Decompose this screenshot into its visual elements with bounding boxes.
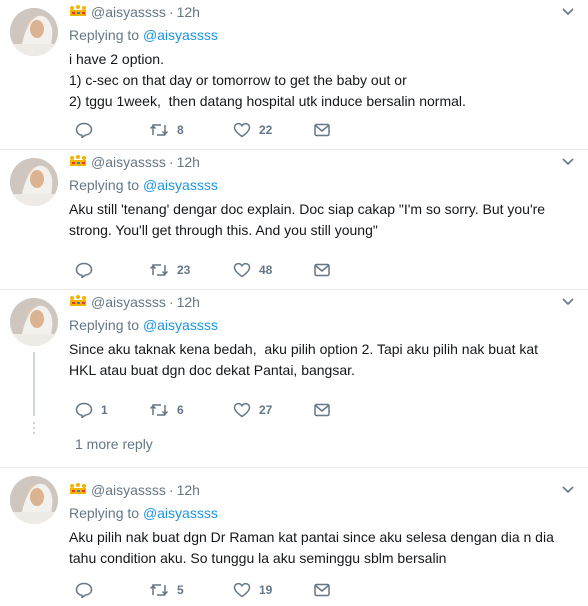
like-button[interactable]: 19 <box>233 580 272 600</box>
like-icon <box>233 402 251 418</box>
caret-down-icon[interactable] <box>558 292 578 312</box>
retweet-button[interactable]: 23 <box>149 260 190 280</box>
replying-to-link[interactable]: @aisyassss <box>143 317 218 333</box>
caret-down-icon[interactable] <box>558 480 578 500</box>
timestamp[interactable]: 12h <box>177 154 200 170</box>
replying-to: Replying to @aisyassss <box>69 503 568 523</box>
separator-dot: · <box>168 482 174 498</box>
replying-label: Replying to <box>69 317 140 333</box>
retweet-icon <box>149 583 169 597</box>
tweet-text: Since aku taknak kena bedah, aku pilih o… <box>69 341 542 378</box>
retweet-button[interactable]: 5 <box>149 580 184 600</box>
replying-to-link[interactable]: @aisyassss <box>143 505 218 521</box>
reply-icon <box>75 582 93 598</box>
separator-dot: · <box>168 4 174 20</box>
caret-down-icon[interactable] <box>558 2 578 22</box>
replying-to: Replying to @aisyassss <box>69 175 568 195</box>
like-button[interactable]: 22 <box>233 120 272 140</box>
direct-message-button[interactable] <box>314 260 330 280</box>
crown-emoji-icon <box>69 294 87 310</box>
thread-line <box>33 352 35 416</box>
like-button[interactable]: 27 <box>233 400 272 420</box>
like-icon <box>233 122 251 138</box>
like-icon <box>233 262 251 278</box>
replying-label: Replying to <box>69 177 140 193</box>
reply-button[interactable] <box>75 260 101 280</box>
crown-emoji-icon <box>69 154 87 170</box>
thread-dots <box>33 422 35 437</box>
user-handle[interactable]: @aisyassss <box>91 154 166 170</box>
like-count: 48 <box>259 263 273 277</box>
separator-dot: · <box>168 294 174 310</box>
replying-label: Replying to <box>69 27 140 43</box>
reply-count: 1 <box>101 403 108 417</box>
reply-icon <box>75 402 93 418</box>
replying-to: Replying to @aisyassss <box>69 315 568 335</box>
retweet-icon <box>149 403 169 417</box>
avatar[interactable] <box>10 158 58 206</box>
direct-message-icon <box>314 123 330 137</box>
direct-message-icon <box>314 263 330 277</box>
reply-icon <box>75 262 93 278</box>
reply-button[interactable]: 1 <box>75 400 108 420</box>
user-handle[interactable]: @aisyassss <box>91 482 166 498</box>
direct-message-icon <box>314 583 330 597</box>
reply-icon <box>75 122 93 138</box>
tweet-text: Aku still 'tenang' dengar doc explain. D… <box>69 201 549 238</box>
direct-message-button[interactable] <box>314 580 330 600</box>
reply-button[interactable] <box>75 580 101 600</box>
user-handle[interactable]: @aisyassss <box>91 294 166 310</box>
replying-to-link[interactable]: @aisyassss <box>143 177 218 193</box>
retweet-button[interactable]: 8 <box>149 120 184 140</box>
like-count: 27 <box>259 403 273 417</box>
timestamp[interactable]: 12h <box>177 482 200 498</box>
avatar[interactable] <box>10 476 58 524</box>
retweet-count: 6 <box>177 403 184 417</box>
tweet[interactable]: @aisyassss · 12h Replying to @aisyassss … <box>0 468 588 606</box>
caret-down-icon[interactable] <box>558 152 578 172</box>
replying-label: Replying to <box>69 505 140 521</box>
retweet-icon <box>149 123 169 137</box>
tweet-text: Aku pilih nak buat dgn Dr Raman kat pant… <box>69 529 558 566</box>
tweet[interactable]: @aisyassss · 12h Replying to @aisyassss … <box>0 0 588 150</box>
direct-message-icon <box>314 403 330 417</box>
retweet-count: 8 <box>177 123 184 137</box>
more-replies-link[interactable]: 1 more reply <box>75 436 153 452</box>
tweet[interactable]: @aisyassss · 12h Replying to @aisyassss … <box>0 150 588 290</box>
crown-emoji-icon <box>69 4 87 20</box>
timestamp[interactable]: 12h <box>177 294 200 310</box>
avatar[interactable] <box>10 8 58 56</box>
retweet-count: 5 <box>177 583 184 597</box>
like-count: 22 <box>259 123 273 137</box>
tweet[interactable]: @aisyassss · 12h Replying to @aisyassss … <box>0 290 588 468</box>
reply-button[interactable] <box>75 120 101 140</box>
retweet-button[interactable]: 6 <box>149 400 184 420</box>
retweet-count: 23 <box>177 263 191 277</box>
tweet-text: i have 2 option. 1) c-sec on that day or… <box>69 51 466 109</box>
separator-dot: · <box>168 154 174 170</box>
timestamp[interactable]: 12h <box>177 4 200 20</box>
crown-emoji-icon <box>69 482 87 498</box>
direct-message-button[interactable] <box>314 120 330 140</box>
like-button[interactable]: 48 <box>233 260 272 280</box>
replying-to-link[interactable]: @aisyassss <box>143 27 218 43</box>
direct-message-button[interactable] <box>314 400 330 420</box>
avatar[interactable] <box>10 298 58 346</box>
retweet-icon <box>149 263 169 277</box>
like-count: 19 <box>259 583 273 597</box>
like-icon <box>233 582 251 598</box>
replying-to: Replying to @aisyassss <box>69 25 568 45</box>
user-handle[interactable]: @aisyassss <box>91 4 166 20</box>
